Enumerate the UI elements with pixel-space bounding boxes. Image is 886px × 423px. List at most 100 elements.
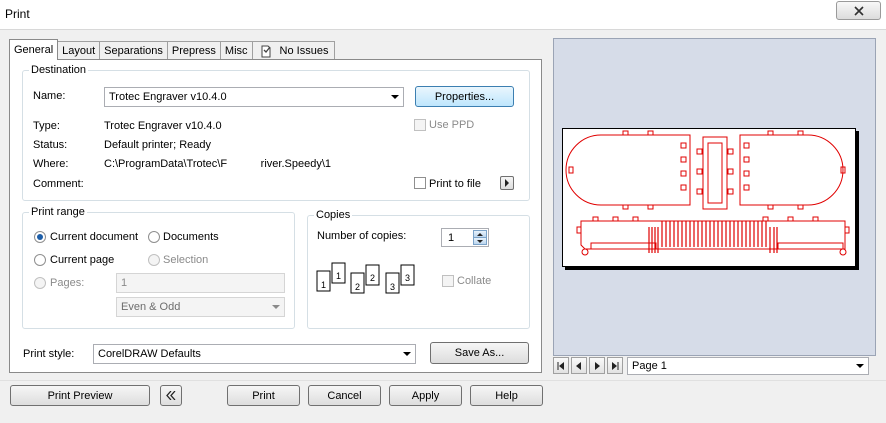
save-as-button[interactable]: Save As...: [430, 342, 529, 364]
collate-checkbox[interactable]: [442, 275, 454, 287]
print-to-file-checkbox[interactable]: [414, 177, 426, 189]
tab-layout-label: Layout: [62, 45, 96, 57]
pages-input-value: 1: [121, 277, 128, 289]
save-as-button-label: Save As...: [454, 347, 505, 359]
issues-icon: [261, 45, 271, 57]
chevron-right-icon: [505, 179, 509, 187]
page-select[interactable]: Page 1: [627, 357, 869, 375]
tab-separations[interactable]: Separations: [99, 41, 168, 60]
cancel-button-label: Cancel: [327, 389, 362, 402]
name-label: Name:: [33, 90, 66, 102]
tab-prepress-label: Prepress: [171, 45, 216, 57]
selection-radio[interactable]: [148, 254, 160, 266]
collate-digit-2b: 2: [370, 273, 375, 283]
print-range-group-label: Print range: [31, 206, 85, 218]
where-label: Where:: [33, 158, 69, 170]
bottom-separator: [0, 380, 886, 381]
last-page-icon: [612, 361, 619, 370]
page-set-select[interactable]: Even & Odd: [116, 297, 285, 317]
double-chevron-left-icon: [166, 391, 176, 400]
type-value: Trotec Engraver v10.4.0: [104, 120, 222, 132]
page-set-value: Even & Odd: [121, 301, 181, 313]
collate-digit-3a: 3: [390, 282, 395, 292]
next-page-icon: [595, 361, 600, 370]
print-button[interactable]: Print: [227, 385, 300, 406]
page-select-value: Page 1: [632, 360, 667, 372]
current-page-radio[interactable]: [34, 254, 46, 266]
print-preview-button[interactable]: Print Preview: [10, 385, 150, 406]
tab-prepress[interactable]: Prepress: [166, 41, 221, 60]
pages-input[interactable]: 1: [116, 273, 285, 293]
apply-button[interactable]: Apply: [389, 385, 462, 406]
print-button-label: Print: [252, 389, 275, 402]
printer-name-select[interactable]: Trotec Engraver v10.4.0: [104, 87, 404, 107]
help-button[interactable]: Help: [470, 385, 543, 406]
copies-stepper-value: 1: [448, 231, 455, 244]
collapse-preview-button[interactable]: [160, 385, 182, 406]
documents-radio[interactable]: [148, 231, 160, 243]
collate-digit-1a: 1: [321, 280, 326, 290]
preview-artwork: [565, 130, 850, 256]
chevron-down-icon: [856, 364, 864, 368]
chevron-down-icon: [391, 95, 399, 99]
help-button-label: Help: [495, 389, 518, 402]
comment-label: Comment:: [33, 178, 84, 190]
number-of-copies-label: Number of copies:: [317, 230, 407, 242]
collate-illustration: 1 1 2 2 3 3: [316, 262, 415, 294]
tab-no-issues[interactable]: No Issues: [251, 41, 336, 60]
type-label: Type:: [33, 120, 60, 132]
last-page-button[interactable]: [607, 357, 623, 374]
status-label: Status:: [33, 139, 68, 151]
close-button[interactable]: [836, 1, 881, 20]
tab-layout[interactable]: Layout: [57, 41, 101, 60]
collate-label: Collate: [457, 275, 492, 287]
page-navigation: Page 1: [553, 357, 869, 376]
copies-group-label: Copies: [316, 209, 351, 221]
current-document-radio[interactable]: [34, 231, 46, 243]
stepper-buttons[interactable]: [473, 230, 487, 245]
previous-page-button[interactable]: [571, 357, 587, 374]
tab-general-label: General: [14, 44, 54, 56]
close-icon: [853, 5, 864, 16]
pages-radio[interactable]: [34, 277, 46, 289]
print-to-file-menu-button[interactable]: [500, 176, 514, 190]
window-title: Print: [5, 7, 30, 21]
print-style-label: Print style:: [23, 348, 75, 360]
copies-stepper[interactable]: 1: [441, 228, 489, 247]
stepper-up-icon[interactable]: [473, 230, 487, 238]
tab-misc[interactable]: Misc: [219, 41, 253, 60]
collate-digit-2a: 2: [355, 282, 360, 292]
printer-name-value: Trotec Engraver v10.4.0: [109, 91, 227, 103]
print-to-file-label: Print to file: [429, 178, 481, 190]
cancel-button[interactable]: Cancel: [308, 385, 381, 406]
print-style-select[interactable]: CorelDRAW Defaults: [93, 344, 416, 364]
use-ppd-checkbox[interactable]: [414, 119, 426, 131]
selection-label: Selection: [163, 254, 209, 266]
destination-group-label: Destination: [31, 64, 87, 76]
previous-page-icon: [576, 361, 581, 370]
current-document-label: Current document: [50, 231, 139, 243]
tab-separations-label: Separations: [104, 45, 163, 57]
current-page-label: Current page: [50, 254, 115, 266]
preview-page: [562, 128, 856, 267]
next-page-button[interactable]: [589, 357, 605, 374]
properties-button[interactable]: Properties...: [415, 86, 514, 107]
tab-bar: General Layout Separations Prepress Misc…: [9, 39, 336, 60]
print-preview-button-label: Print Preview: [47, 389, 113, 402]
title-bar: [0, 0, 886, 30]
collate-digit-1b: 1: [336, 271, 341, 281]
tab-general[interactable]: General: [9, 39, 59, 60]
tab-no-issues-label: No Issues: [279, 45, 329, 57]
stepper-down-icon[interactable]: [473, 238, 487, 245]
tab-misc-label: Misc: [224, 45, 248, 57]
apply-button-label: Apply: [411, 389, 440, 402]
status-value: Default printer; Ready: [104, 139, 211, 151]
chevron-down-icon: [272, 305, 280, 309]
collate-digit-3b: 3: [405, 273, 410, 283]
print-style-value: CorelDRAW Defaults: [98, 348, 201, 360]
use-ppd-label: Use PPD: [429, 119, 475, 131]
first-page-button[interactable]: [553, 357, 569, 374]
pages-label: Pages:: [50, 277, 85, 289]
chevron-down-icon: [403, 352, 411, 356]
properties-button-label: Properties...: [434, 90, 495, 103]
